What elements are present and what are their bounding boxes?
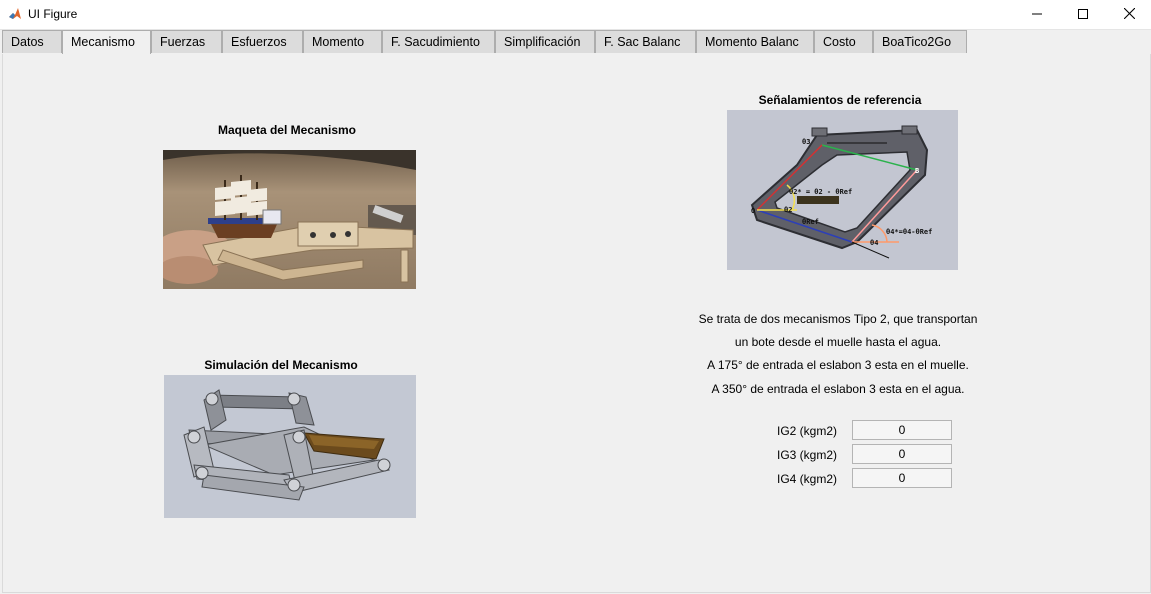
minimize-button[interactable] [1014, 0, 1060, 29]
label-theta3: θ3 [802, 138, 810, 146]
simulacion-caption: Simulación del Mecanismo [204, 358, 358, 372]
tab-fuerzas[interactable]: Fuerzas [151, 30, 222, 53]
ig2-field[interactable]: 0 [852, 420, 952, 440]
description-line-4: A 350° de entrada el eslabon 3 esta en e… [711, 382, 965, 396]
label-theta2-star: θ2* = θ2 - θRef [789, 188, 852, 196]
tab-costo[interactable]: Costo [814, 30, 873, 53]
tab-momento-balanc[interactable]: Momento Balanc [696, 30, 814, 53]
tab-label: Momento Balanc [705, 35, 799, 49]
title-bar: UI Figure [0, 0, 1151, 30]
tab-label: Simplificación [504, 35, 581, 49]
ig4-label: IG4 (kgm2) [776, 472, 837, 486]
ig4-field[interactable]: 0 [852, 468, 952, 488]
label-theta4-star: θ4*=θ4-θRef [886, 228, 932, 236]
tab-label: Costo [823, 35, 856, 49]
tab-label: F. Sacudimiento [391, 35, 480, 49]
close-icon [1123, 7, 1135, 22]
tab-f-sacudimiento[interactable]: F. Sacudimiento [382, 30, 495, 53]
description-line-1: Se trata de dos mecanismos Tipo 2, que t… [698, 312, 978, 326]
tab-f-sac-balanc[interactable]: F. Sac Balanc [595, 30, 696, 53]
description-line-2: un bote desde el muelle hasta el agua. [734, 335, 942, 349]
maqueta-caption: Maqueta del Mecanismo [217, 123, 357, 137]
tab-mecanismo[interactable]: Mecanismo [62, 30, 151, 55]
tab-label: Mecanismo [71, 35, 135, 49]
tab-momento[interactable]: Momento [303, 30, 382, 53]
referencia-diagram: θ3 B θ2* = θ2 - θRef θ2 O θRef θ4*=θ4-θR… [727, 110, 958, 270]
tab-esfuerzos[interactable]: Esfuerzos [222, 30, 303, 53]
close-button[interactable] [1106, 0, 1151, 29]
ig3-label: IG3 (kgm2) [776, 448, 837, 462]
ig2-label: IG2 (kgm2) [776, 424, 837, 438]
tab-label: Fuerzas [160, 35, 206, 49]
description-line-3: A 175° de entrada el eslabon 3 esta en e… [707, 358, 969, 372]
tab-bar: Datos Mecanismo Fuerzas Esfuerzos Moment… [2, 30, 1149, 55]
tab-boatico2go[interactable]: BoaTico2Go [873, 30, 967, 53]
label-b: B [915, 167, 919, 175]
label-theta-ref: θRef [802, 218, 819, 226]
minimize-icon [1032, 8, 1042, 22]
ig3-field[interactable]: 0 [852, 444, 952, 464]
label-theta4: θ4 [870, 239, 878, 247]
tab-label: Momento [312, 35, 365, 49]
tab-simplificacion[interactable]: Simplificación [495, 30, 595, 53]
matlab-icon [8, 7, 22, 21]
maximize-icon [1078, 8, 1088, 22]
maqueta-photo [163, 150, 416, 289]
maximize-button[interactable] [1060, 0, 1106, 29]
label-o: O [751, 207, 755, 215]
tab-datos[interactable]: Datos [2, 30, 62, 53]
tab-label: Datos [11, 35, 44, 49]
referencia-caption: Señalamientos de referencia [758, 93, 922, 107]
tab-label: BoaTico2Go [882, 35, 952, 49]
label-theta2: θ2 [784, 206, 792, 214]
simulacion-render [164, 375, 416, 518]
tab-label: Esfuerzos [231, 35, 287, 49]
tab-label: F. Sac Balanc [604, 35, 681, 49]
window-title: UI Figure [28, 7, 78, 21]
